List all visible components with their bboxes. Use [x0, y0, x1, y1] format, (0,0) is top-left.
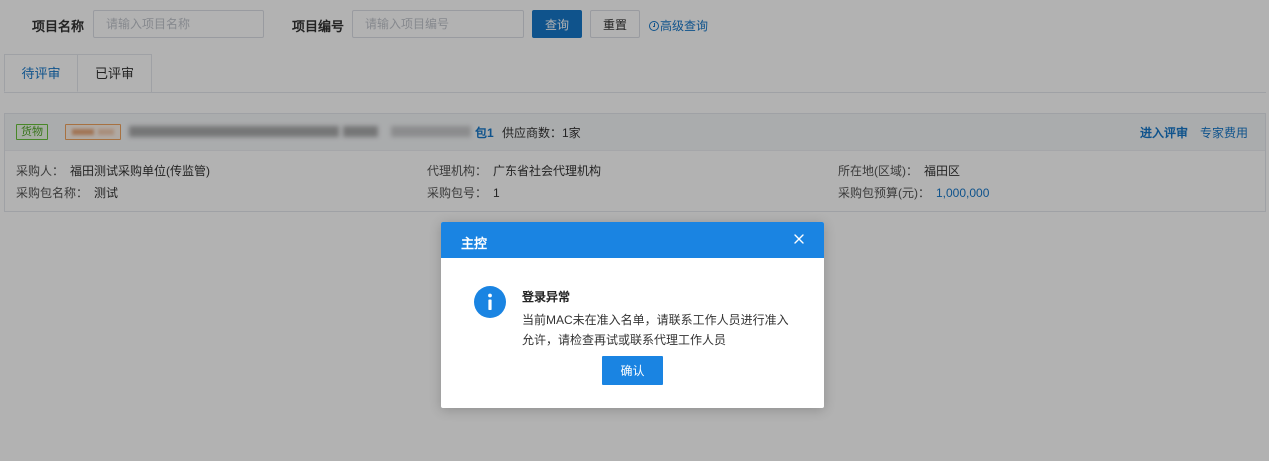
info-icon: [474, 286, 506, 318]
dialog-title: 主控: [461, 236, 488, 251]
login-error-dialog: 主控 登录异常 当前MAC未在准入名单，请联系工作人员进行准入允许，请检查再试或…: [441, 222, 824, 408]
message-body: 当前MAC未在准入名单，请联系工作人员进行准入允许，请检查再试或联系代理工作人员: [522, 313, 789, 347]
confirm-button[interactable]: 确认: [602, 356, 663, 385]
close-icon[interactable]: [790, 230, 808, 248]
dialog-header: 主控: [441, 222, 824, 258]
message-title: 登录异常: [522, 290, 571, 304]
